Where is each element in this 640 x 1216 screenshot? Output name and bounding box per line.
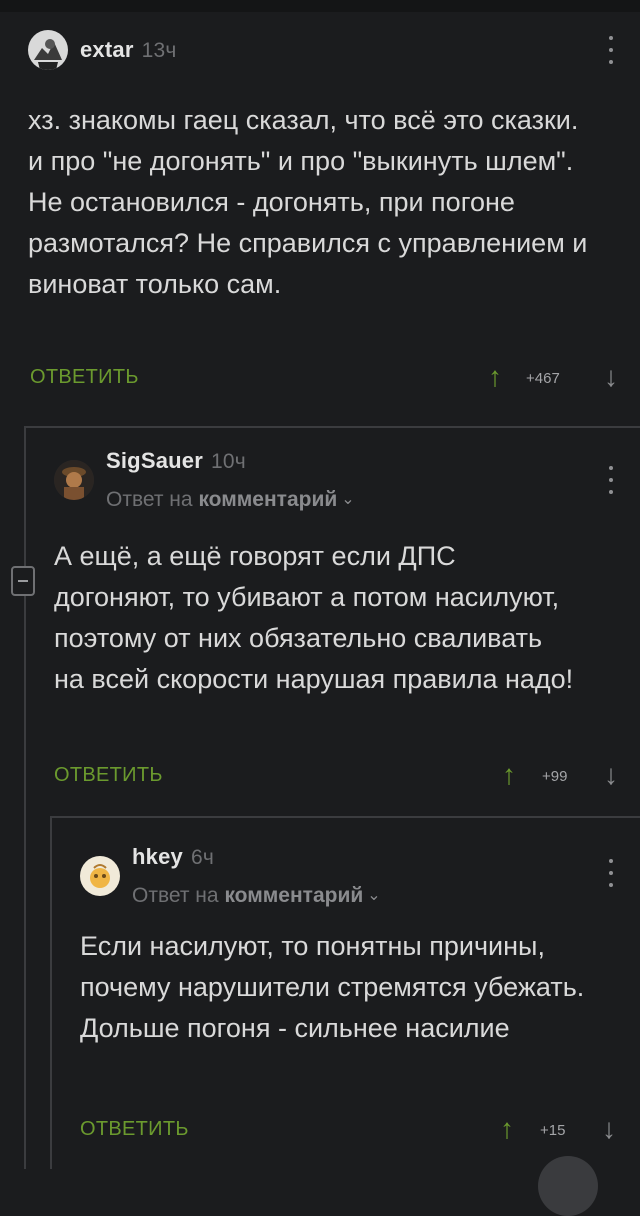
- collapse-minus-icon[interactable]: [11, 566, 35, 596]
- comment-text: Если насилуют, то понятны причины, почем…: [80, 931, 585, 1043]
- username[interactable]: hkey 6ч: [132, 844, 214, 870]
- comment-score: +467: [526, 370, 560, 387]
- top-divider: [0, 0, 640, 12]
- comment-score: +99: [542, 768, 568, 785]
- reply-to-target[interactable]: комментарий: [198, 488, 337, 511]
- comment-extar: extar 13ч хз. знакомы гаец сказал, что вс…: [0, 18, 640, 392]
- arrow-up-icon[interactable]: ↑: [488, 362, 502, 392]
- avatar[interactable]: [28, 30, 68, 70]
- comment-text: хз. знакомы гаец сказал, что всё это ска…: [28, 105, 588, 299]
- username-text[interactable]: extar: [80, 37, 134, 62]
- comment-time: 13ч: [141, 39, 177, 62]
- reply-to-prefix: Ответ на: [106, 488, 193, 511]
- comment-text: А ещё, а ещё говорят если ДПС догоняют, …: [54, 541, 574, 694]
- reply-button[interactable]: ОТВЕТИТЬ: [30, 366, 139, 389]
- chevron-down-icon[interactable]: ⌄: [367, 885, 380, 905]
- vote-controls: ↑ +15 ↓: [500, 1112, 616, 1152]
- reply-to-prefix: Ответ на: [132, 884, 219, 907]
- arrow-up-icon[interactable]: ↑: [500, 1114, 514, 1144]
- username-text[interactable]: SigSauer: [106, 448, 203, 473]
- more-vertical-icon[interactable]: [608, 466, 614, 494]
- avatar-image: [80, 856, 120, 896]
- arrow-up-icon[interactable]: ↑: [502, 760, 516, 790]
- reply-to-link[interactable]: Ответ на комментарий ⌄: [106, 488, 355, 512]
- comment-actions: ОТВЕТИТЬ ↑ +467 ↓: [0, 360, 640, 400]
- avatar-image: [28, 30, 68, 70]
- comment-hkey: hkey 6ч Ответ на комментарий ⌄ Если насилу…: [50, 826, 640, 1144]
- arrow-down-icon[interactable]: ↓: [602, 1114, 616, 1144]
- comment-actions: ОТВЕТИТЬ ↑ +99 ↓: [24, 758, 640, 798]
- floating-action-button[interactable]: [538, 1156, 598, 1216]
- comment-time: 6ч: [190, 846, 214, 869]
- username[interactable]: extar 13ч: [80, 37, 177, 63]
- comment-score: +15: [540, 1122, 566, 1139]
- comment-header: hkey 6ч Ответ на комментарий ⌄: [50, 826, 640, 907]
- thread-branch-level-2: [50, 816, 640, 818]
- avatar-image: [54, 460, 94, 500]
- comment-actions: ОТВЕТИТЬ ↑ +15 ↓: [50, 1112, 640, 1152]
- reply-to-target[interactable]: комментарий: [224, 884, 363, 907]
- comment-header: SigSauer 10ч Ответ на комментарий ⌄: [24, 436, 640, 511]
- more-vertical-icon[interactable]: [608, 36, 614, 64]
- more-vertical-icon[interactable]: [608, 859, 614, 887]
- thread-branch-level-1: [24, 426, 640, 428]
- avatar[interactable]: [54, 460, 94, 500]
- comment-header: extar 13ч: [0, 18, 640, 78]
- username-text[interactable]: hkey: [132, 844, 183, 869]
- arrow-down-icon[interactable]: ↓: [604, 760, 618, 790]
- chevron-down-icon[interactable]: ⌄: [341, 489, 354, 509]
- vote-controls: ↑ +467 ↓: [488, 360, 618, 400]
- arrow-down-icon[interactable]: ↓: [604, 362, 618, 392]
- reply-button[interactable]: ОТВЕТИТЬ: [80, 1118, 189, 1141]
- comment-time: 10ч: [210, 450, 246, 473]
- comment-sigsauer: SigSauer 10ч Ответ на комментарий ⌄ А ещё,…: [24, 436, 640, 790]
- avatar[interactable]: [80, 856, 120, 896]
- username[interactable]: SigSauer 10ч: [106, 448, 246, 474]
- vote-controls: ↑ +99 ↓: [502, 758, 618, 798]
- reply-button[interactable]: ОТВЕТИТЬ: [54, 764, 163, 787]
- reply-to-link[interactable]: Ответ на комментарий ⌄: [132, 884, 381, 908]
